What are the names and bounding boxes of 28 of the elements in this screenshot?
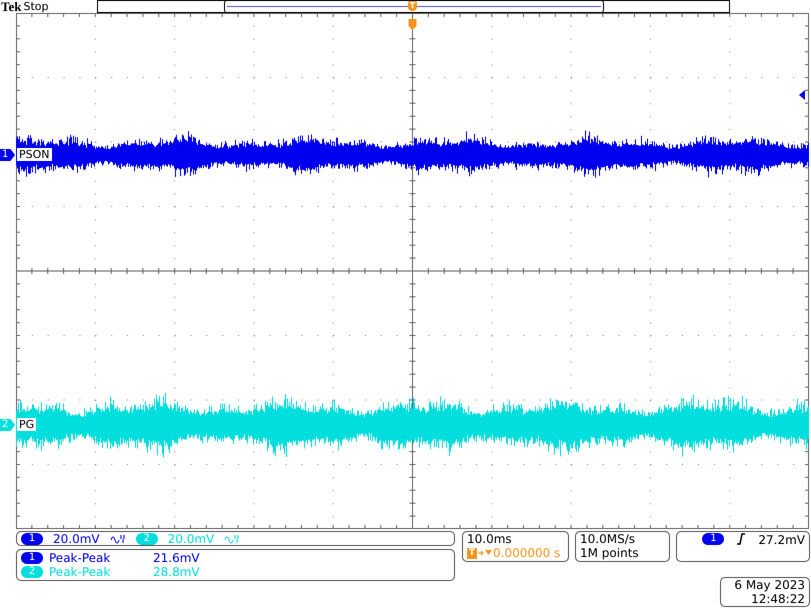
channel-marker[interactable]: 1	[0, 149, 15, 161]
measurement-name: Peak-Peak	[49, 565, 112, 579]
channel-label: PG	[17, 418, 36, 431]
horizontal-delay: 0.000000 s	[493, 546, 560, 560]
trigger-level: 27.2mV	[758, 533, 805, 547]
trigger-position-marker: T	[408, 1, 417, 11]
measurement-value: 21.6mV	[153, 551, 200, 565]
channel-badge: 1	[21, 532, 43, 544]
delay-arrow-icon	[478, 549, 492, 557]
channel-label: PSON	[17, 148, 52, 161]
measurement-value: 28.8mV	[153, 565, 200, 579]
channel-badge: 1	[21, 552, 43, 564]
channel-badge: 2	[136, 532, 158, 544]
trigger-marker: T	[467, 548, 477, 558]
record-length: 1M points	[580, 546, 640, 560]
brand-logo: Tek	[1, 0, 22, 13]
channel-scale: 20.0mV	[53, 532, 100, 546]
trigger-source-badge: 1	[702, 533, 724, 545]
measurement-name: Peak-Peak	[49, 551, 112, 565]
trigger-marker-icon	[408, 19, 416, 30]
sample-rate: 10.0MS/s	[580, 532, 636, 546]
channel-badge: 2	[21, 566, 43, 578]
date: 6 May 2023	[733, 578, 805, 592]
horizontal-scale: 10.0ms	[467, 532, 513, 546]
acquisition-status: Stop	[23, 0, 48, 13]
rising-edge-icon	[736, 533, 746, 545]
channel-scale: 20.0mV	[168, 532, 214, 546]
time: 12:48:22	[750, 592, 805, 606]
